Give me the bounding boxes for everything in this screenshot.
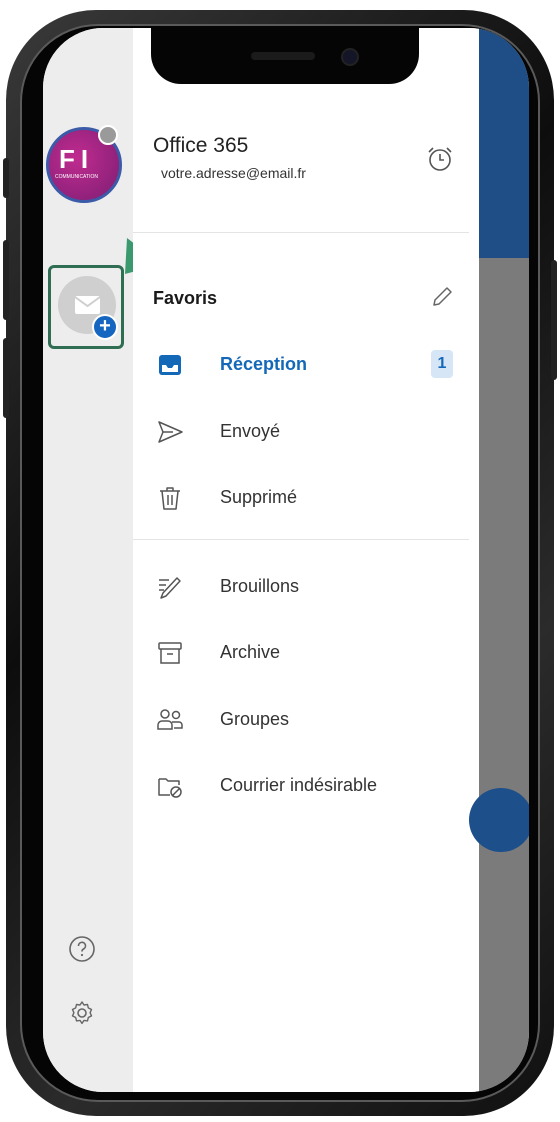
folder-item-archive[interactable]: Archive	[133, 628, 469, 678]
folder-item-brouillons[interactable]: Brouillons	[133, 562, 469, 612]
background-header	[479, 28, 529, 258]
favorites-title: Favoris	[153, 288, 218, 308]
separator	[133, 539, 469, 540]
archive-icon	[158, 642, 182, 664]
folder-label: Archive	[220, 642, 281, 662]
folder-label: Supprimé	[220, 487, 298, 507]
mute-switch	[3, 158, 9, 198]
folder-label: Envoyé	[220, 421, 281, 441]
junk-icon	[158, 778, 182, 798]
front-camera	[341, 48, 359, 66]
trash-icon	[160, 487, 180, 510]
folder-item-envoye[interactable]: Envoyé	[133, 407, 469, 457]
help-icon[interactable]	[67, 934, 97, 964]
folder-label: Groupes	[220, 709, 290, 729]
inbox-icon	[159, 355, 181, 375]
edit-pencil-icon[interactable]	[429, 284, 455, 310]
folder-label: Réception	[220, 354, 308, 374]
separator	[133, 232, 469, 233]
avatar-logo-subtext: COMMUNICATION	[55, 174, 98, 180]
phone-screen: FI COMMUNICATION + Office 365 votre.adre…	[43, 28, 529, 1092]
account-name: Office 365	[153, 134, 249, 157]
draft-icon	[159, 577, 181, 599]
folder-label: Courrier indésirable	[220, 775, 378, 795]
speaker-grille	[251, 52, 315, 60]
folder-item-courrier-indesirable[interactable]: Courrier indésirable	[133, 761, 469, 811]
folder-item-reception[interactable]: Réception 1	[133, 340, 469, 390]
volume-down-button	[3, 338, 9, 418]
groups-icon	[157, 709, 183, 730]
power-button	[551, 260, 557, 380]
plus-icon: +	[92, 314, 118, 340]
unread-count-badge: 1	[431, 350, 453, 378]
compose-fab-dimmed	[469, 788, 529, 852]
folder-item-supprime[interactable]: Supprimé	[133, 473, 469, 523]
volume-up-button	[3, 240, 9, 320]
account-rail: FI COMMUNICATION +	[43, 28, 199, 1092]
presence-indicator	[98, 125, 118, 145]
folder-drawer: Office 365 votre.adresse@email.fr Favori…	[133, 28, 479, 1092]
folder-label: Brouillons	[220, 576, 300, 596]
account-email: votre.adresse@email.fr	[161, 165, 306, 181]
alarm-clock-icon[interactable]	[425, 144, 455, 174]
dimmed-background-content[interactable]	[469, 28, 529, 1092]
phone-notch	[151, 28, 419, 84]
avatar-logo-text: FI	[59, 144, 95, 174]
send-icon	[158, 421, 183, 443]
folder-item-groupes[interactable]: Groupes	[133, 695, 469, 745]
settings-gear-icon[interactable]	[67, 998, 97, 1028]
